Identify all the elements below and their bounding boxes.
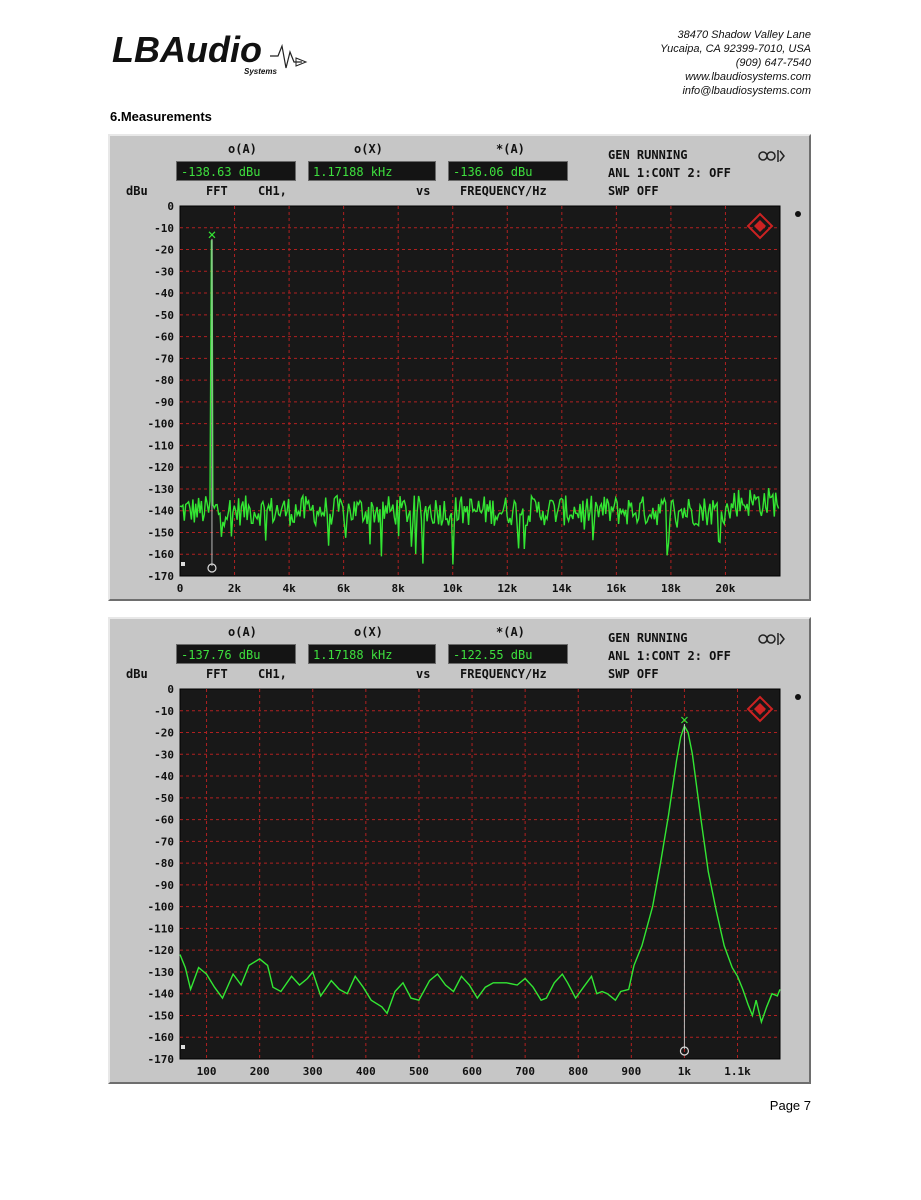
y-tick-label: -100 bbox=[148, 901, 175, 914]
y-tick-label: -160 bbox=[148, 1031, 175, 1044]
y-tick-label: -70 bbox=[154, 352, 174, 365]
y-tick-label: -60 bbox=[154, 814, 174, 827]
y-tick-label: -30 bbox=[154, 265, 174, 278]
y-tick-label: -80 bbox=[154, 857, 174, 870]
x-tick-label: 20k bbox=[716, 582, 736, 595]
y-tick-label: -50 bbox=[154, 309, 174, 322]
x-tick-label: 0 bbox=[177, 582, 184, 595]
section-title: 6.Measurements bbox=[110, 109, 212, 124]
address-street: 38470 Shadow Valley Lane bbox=[677, 29, 811, 41]
y-tick-label: -120 bbox=[148, 461, 175, 474]
x-tick-label: 900 bbox=[621, 1065, 641, 1078]
y-tick-label: -10 bbox=[154, 705, 174, 718]
x-tick-label: 2k bbox=[228, 582, 242, 595]
start-marker bbox=[181, 1045, 185, 1049]
zoom-spectrum-chart: 0 -10 -20 -30 -40 -50 -60 -70 -80 -90 -100 -110 -120… bbox=[148, 683, 801, 1078]
start-marker bbox=[181, 562, 185, 566]
x-tick-label: 1k bbox=[678, 1065, 692, 1078]
logo-graphic: LBAudio Systems bbox=[112, 29, 308, 76]
y-tick-label: -150 bbox=[148, 526, 175, 539]
y-tick-label: -10 bbox=[154, 222, 174, 235]
x-tick-label: 800 bbox=[568, 1065, 588, 1078]
x-tick-label: 300 bbox=[303, 1065, 323, 1078]
fft-spectrum-chart: 0 -10 -20 -30 -40 -50 -60 -70 -80 -90 -100 -110 -120… bbox=[148, 200, 801, 595]
x-tick-label: 10k bbox=[443, 582, 463, 595]
analyzer-screen-zoom: o(A) o(X) *(A) -137.76 dBu 1.17188 kHz -… bbox=[108, 617, 811, 1084]
y-tick-label: -130 bbox=[148, 966, 175, 979]
analyzer-screen-fft: o(A) o(X) *(A) -138.63 dBu 1.17188 kHz -… bbox=[108, 134, 811, 601]
y-tick-label: -20 bbox=[154, 727, 174, 740]
x-tick-label: 200 bbox=[250, 1065, 270, 1078]
address-block: 38470 Shadow Valley Lane Yucaipa, CA 923… bbox=[660, 28, 811, 98]
address-phone: (909) 647-7540 bbox=[735, 57, 811, 69]
y-tick-label: -130 bbox=[148, 483, 175, 496]
y-tick-label: -100 bbox=[148, 418, 175, 431]
logo-text: LBAudio bbox=[112, 29, 262, 70]
y-tick-label: -110 bbox=[148, 439, 175, 452]
y-tick-label: -140 bbox=[148, 988, 175, 1001]
y-tick-label: -80 bbox=[154, 374, 174, 387]
y-tick-label: -140 bbox=[148, 505, 175, 518]
y-tick-label: 0 bbox=[167, 683, 174, 696]
y-tick-label: -170 bbox=[148, 570, 175, 583]
plot-area bbox=[179, 205, 781, 577]
x-tick-label: 1.1k bbox=[724, 1065, 751, 1078]
y-tick-label: -20 bbox=[154, 244, 174, 257]
x-tick-label: 6k bbox=[337, 582, 351, 595]
y-tick-label: -50 bbox=[154, 792, 174, 805]
x-tick-label: 14k bbox=[552, 582, 572, 595]
x-tick-label: 12k bbox=[497, 582, 517, 595]
scroll-indicator bbox=[795, 694, 801, 700]
company-logo: LBAudio Systems bbox=[110, 28, 310, 82]
y-tick-label: -110 bbox=[148, 922, 175, 935]
x-tick-label: 500 bbox=[409, 1065, 429, 1078]
x-tick-label: 8k bbox=[392, 582, 406, 595]
y-tick-label: -40 bbox=[154, 287, 174, 300]
x-tick-label: 18k bbox=[661, 582, 681, 595]
y-tick-label: -70 bbox=[154, 835, 174, 848]
address-city: Yucaipa, CA 92399-7010, USA bbox=[660, 43, 811, 55]
x-tick-label: 400 bbox=[356, 1065, 376, 1078]
x-tick-label: 100 bbox=[197, 1065, 217, 1078]
x-tick-label: 700 bbox=[515, 1065, 535, 1078]
scroll-indicator bbox=[795, 211, 801, 217]
x-tick-label: 16k bbox=[606, 582, 626, 595]
y-tick-label: -30 bbox=[154, 748, 174, 761]
address-email: info@lbaudiosystems.com bbox=[682, 85, 811, 97]
y-tick-label: -90 bbox=[154, 879, 174, 892]
y-tick-label: -40 bbox=[154, 770, 174, 783]
y-tick-label: -160 bbox=[148, 548, 175, 561]
y-tick-label: -90 bbox=[154, 396, 174, 409]
waveform-icon bbox=[270, 43, 302, 69]
y-tick-label: -60 bbox=[154, 331, 174, 344]
y-tick-label: -170 bbox=[148, 1053, 175, 1066]
y-tick-label: 0 bbox=[167, 200, 174, 213]
y-tick-label: -120 bbox=[148, 944, 175, 957]
x-tick-label: 4k bbox=[282, 582, 296, 595]
page-number: Page 7 bbox=[769, 1098, 811, 1113]
y-tick-label: -150 bbox=[148, 1009, 175, 1022]
x-tick-label: 600 bbox=[462, 1065, 482, 1078]
address-website: www.lbaudiosystems.com bbox=[685, 71, 811, 83]
logo-subtext: Systems bbox=[244, 67, 277, 76]
